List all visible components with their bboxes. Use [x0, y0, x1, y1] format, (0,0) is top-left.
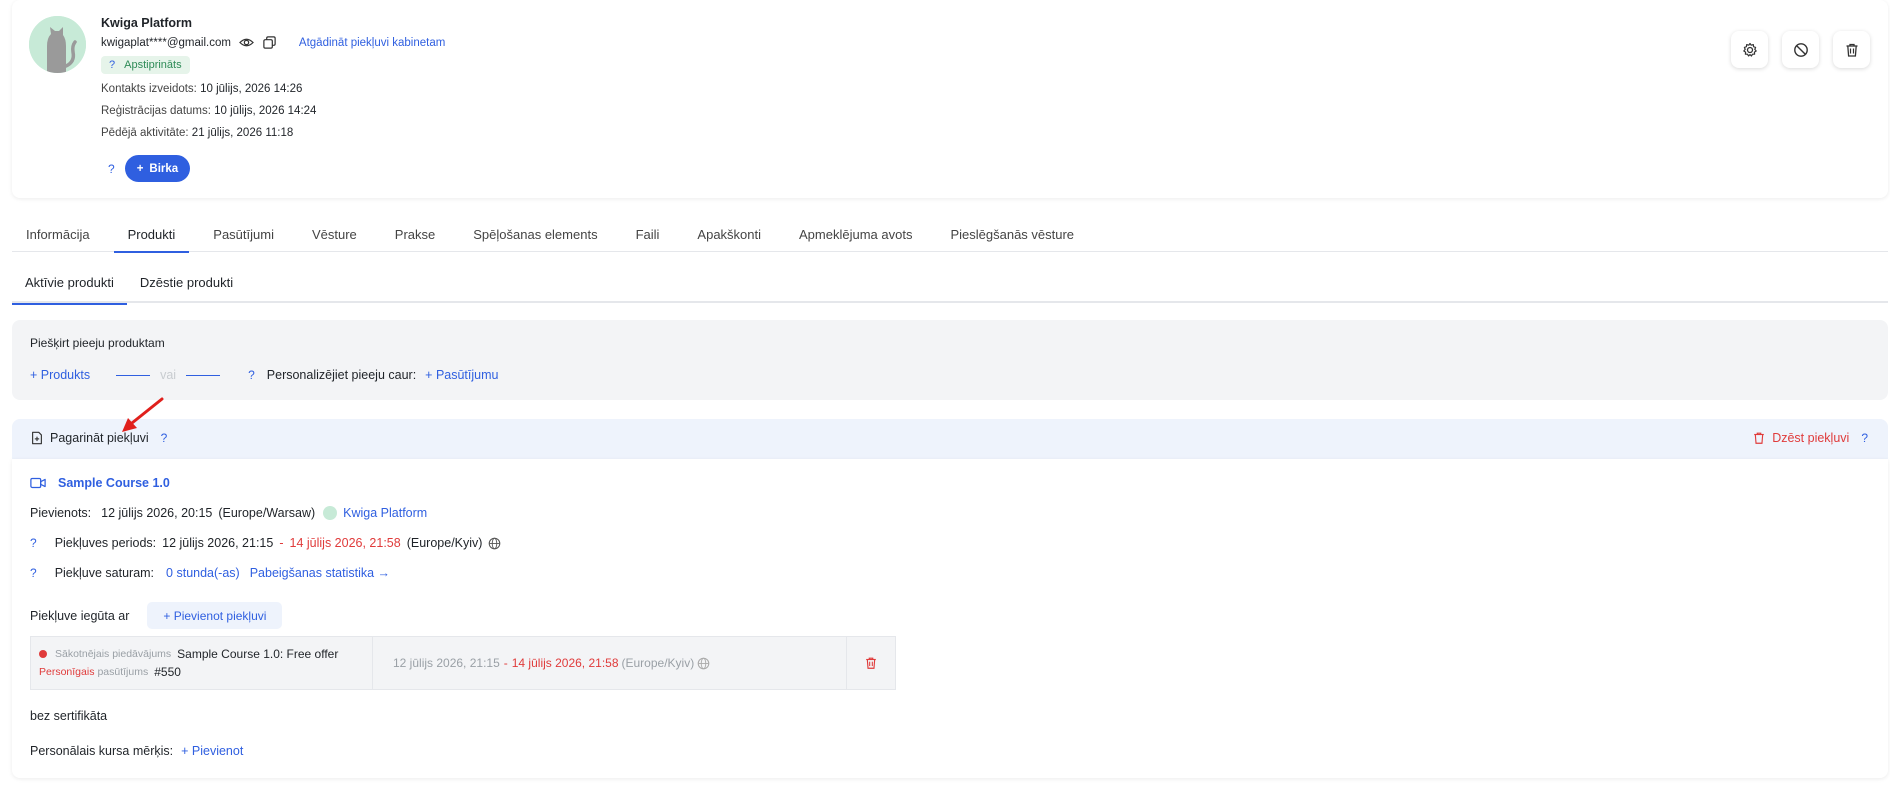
obtained-via-label: Piekļuve iegūta ar — [30, 608, 130, 623]
help-icon[interactable]: ? — [30, 566, 37, 580]
product-subtabs: Aktīvie produkti Dzēstie produkti — [12, 262, 1888, 305]
help-icon[interactable]: ? — [109, 59, 115, 71]
meta-label: Reģistrācijas datums: — [101, 105, 211, 117]
remind-access-link[interactable]: Atgādināt piekļuvi kabinetam — [299, 37, 445, 49]
tab-files[interactable]: Faili — [622, 217, 674, 252]
copy-icon[interactable] — [262, 35, 277, 50]
certificate-status: bez sertifikāta — [30, 709, 108, 723]
delete-contact-button[interactable] — [1833, 31, 1870, 68]
access-source-row: Sākotnējais piedāvājums Sample Course 1.… — [30, 636, 896, 690]
add-tag-button[interactable]: + Birka — [124, 155, 191, 182]
globe-icon — [489, 537, 501, 549]
settings-button[interactable] — [1731, 31, 1768, 68]
or-label: vai — [160, 368, 177, 382]
subtab-active-products[interactable]: Aktīvie produkti — [12, 262, 127, 305]
help-icon[interactable]: ? — [248, 368, 255, 382]
offer-period-timezone: (Europe/Kyiv) — [621, 656, 695, 670]
extend-access-header: Pagarināt piekļuvi ? Dzēst piekļuvi ? — [12, 419, 1888, 459]
divider — [116, 374, 151, 376]
tab-practice[interactable]: Prakse — [381, 217, 449, 252]
joined-by-link[interactable]: Kwiga Platform — [343, 506, 427, 520]
meta-last-activity: Pēdējā aktivitāte: 21 jūlijs, 2026 11:18 — [101, 127, 293, 139]
access-period-start: 12 jūlijs 2026, 21:15 — [162, 536, 274, 550]
content-hours-link[interactable]: 0 stunda(-as) — [166, 566, 240, 580]
order-label: pasūtījums — [97, 666, 149, 678]
plus-icon: + — [136, 162, 144, 175]
tab-information[interactable]: Informācija — [12, 217, 104, 252]
meta-value: 10 jūlijs, 2026 14:24 — [214, 105, 317, 117]
subtab-deleted-products[interactable]: Dzēstie produkti — [127, 262, 246, 303]
meta-label: Kontakts izveidots: — [101, 83, 197, 95]
grant-access-panel: Piešķirt pieeju produktam + Produkts vai… — [12, 320, 1888, 400]
access-period-label: Piekļuves periods: — [54, 536, 157, 550]
help-icon[interactable]: ? — [108, 162, 115, 176]
tab-login-history[interactable]: Pieslēgšanās vēsture — [936, 217, 1088, 252]
order-number[interactable]: #550 — [154, 665, 181, 679]
status-badge: ? Apstiprināts — [101, 56, 190, 74]
status-dot — [39, 650, 47, 658]
add-goal-link[interactable]: + Pievienot — [181, 744, 243, 758]
completion-stats-link[interactable]: Pabeigšanas statistika → — [250, 566, 390, 580]
add-product-link[interactable]: + Produkts — [30, 368, 90, 382]
status-badge-label: Apstiprināts — [124, 59, 182, 71]
personalize-label: Personalizējiet pieeju caur: — [266, 368, 417, 382]
file-plus-icon — [32, 431, 42, 445]
block-icon — [1793, 42, 1808, 57]
video-icon — [30, 477, 46, 489]
meta-created: Kontakts izveidots: 10 jūlijs, 2026 14:2… — [101, 83, 302, 95]
meta-registered: Reģistrācijas datums: 10 jūlijs, 2026 14… — [101, 105, 316, 117]
personal-order-label: Personīgais — [39, 666, 95, 678]
trash-icon — [1846, 43, 1857, 57]
grant-access-title: Piešķirt pieeju produktam — [30, 336, 165, 350]
course-title-link[interactable]: Sample Course 1.0 — [58, 476, 170, 490]
joined-date: 12 jūlijs 2026, 20:15 — [101, 506, 213, 520]
offer-period-separator: - — [503, 656, 508, 670]
course-goal-label: Personālais kursa mērķis: — [30, 744, 174, 758]
offer-period-start: 12 jūlijs 2026, 21:15 — [393, 656, 500, 670]
delete-access-button[interactable]: Dzēst piekļuvi — [1772, 431, 1849, 445]
tab-gamification[interactable]: Spēļošanas elements — [459, 217, 611, 252]
globe-icon — [697, 657, 710, 669]
initial-offer-label: Sākotnējais piedāvājums — [55, 648, 172, 660]
help-icon[interactable]: ? — [1861, 431, 1868, 445]
divider — [186, 374, 221, 376]
add-access-button[interactable]: + Pievienot piekļuvi — [147, 602, 283, 629]
meta-label: Pēdējā aktivitāte: — [101, 127, 189, 139]
mini-avatar — [323, 506, 338, 520]
block-button[interactable] — [1782, 31, 1819, 68]
tab-visit-source[interactable]: Apmeklējuma avots — [785, 217, 926, 252]
trash-icon — [866, 657, 876, 669]
eye-icon[interactable] — [238, 35, 254, 50]
access-period-timezone: (Europe/Kyiv) — [406, 536, 483, 550]
joined-label: Pievienots: — [30, 506, 92, 520]
tab-subaccounts[interactable]: Apakškonti — [683, 217, 775, 252]
tab-history[interactable]: Vēsture — [298, 217, 371, 252]
period-separator: - — [279, 536, 284, 550]
meta-value: 21 jūlijs, 2026 11:18 — [191, 127, 294, 139]
meta-value: 10 jūlijs, 2026 14:26 — [200, 83, 303, 95]
contact-header-card: Kwiga Platform kwigaplat****@gmail.com A… — [12, 0, 1888, 198]
content-access-label: Piekļuve saturam: — [54, 566, 155, 580]
tab-products[interactable]: Produkti — [113, 217, 190, 253]
trash-icon — [1754, 432, 1764, 444]
help-icon[interactable]: ? — [30, 536, 37, 550]
add-tag-label: Birka — [149, 162, 179, 175]
access-period-end: 14 jūlijs 2026, 21:58 — [289, 536, 401, 550]
product-access-card: Sample Course 1.0 Pievienots: 12 jūlijs … — [12, 459, 1888, 778]
annotation-arrow-icon — [122, 397, 164, 432]
add-order-link[interactable]: + Pasūtījumu — [425, 368, 498, 382]
contact-name: Kwiga Platform — [101, 16, 192, 30]
avatar — [29, 16, 86, 73]
gear-icon — [1742, 42, 1757, 57]
tab-orders[interactable]: Pasūtījumi — [199, 217, 288, 252]
main-tabs: Informācija Produkti Pasūtījumi Vēsture … — [12, 217, 1888, 253]
delete-source-button[interactable] — [847, 637, 895, 689]
contact-email: kwigaplat****@gmail.com — [101, 36, 231, 49]
offer-name: Sample Course 1.0: Free offer — [177, 647, 339, 661]
offer-period-end: 14 jūlijs 2026, 21:58 — [511, 656, 619, 670]
joined-timezone: (Europe/Warsaw) — [218, 506, 316, 520]
